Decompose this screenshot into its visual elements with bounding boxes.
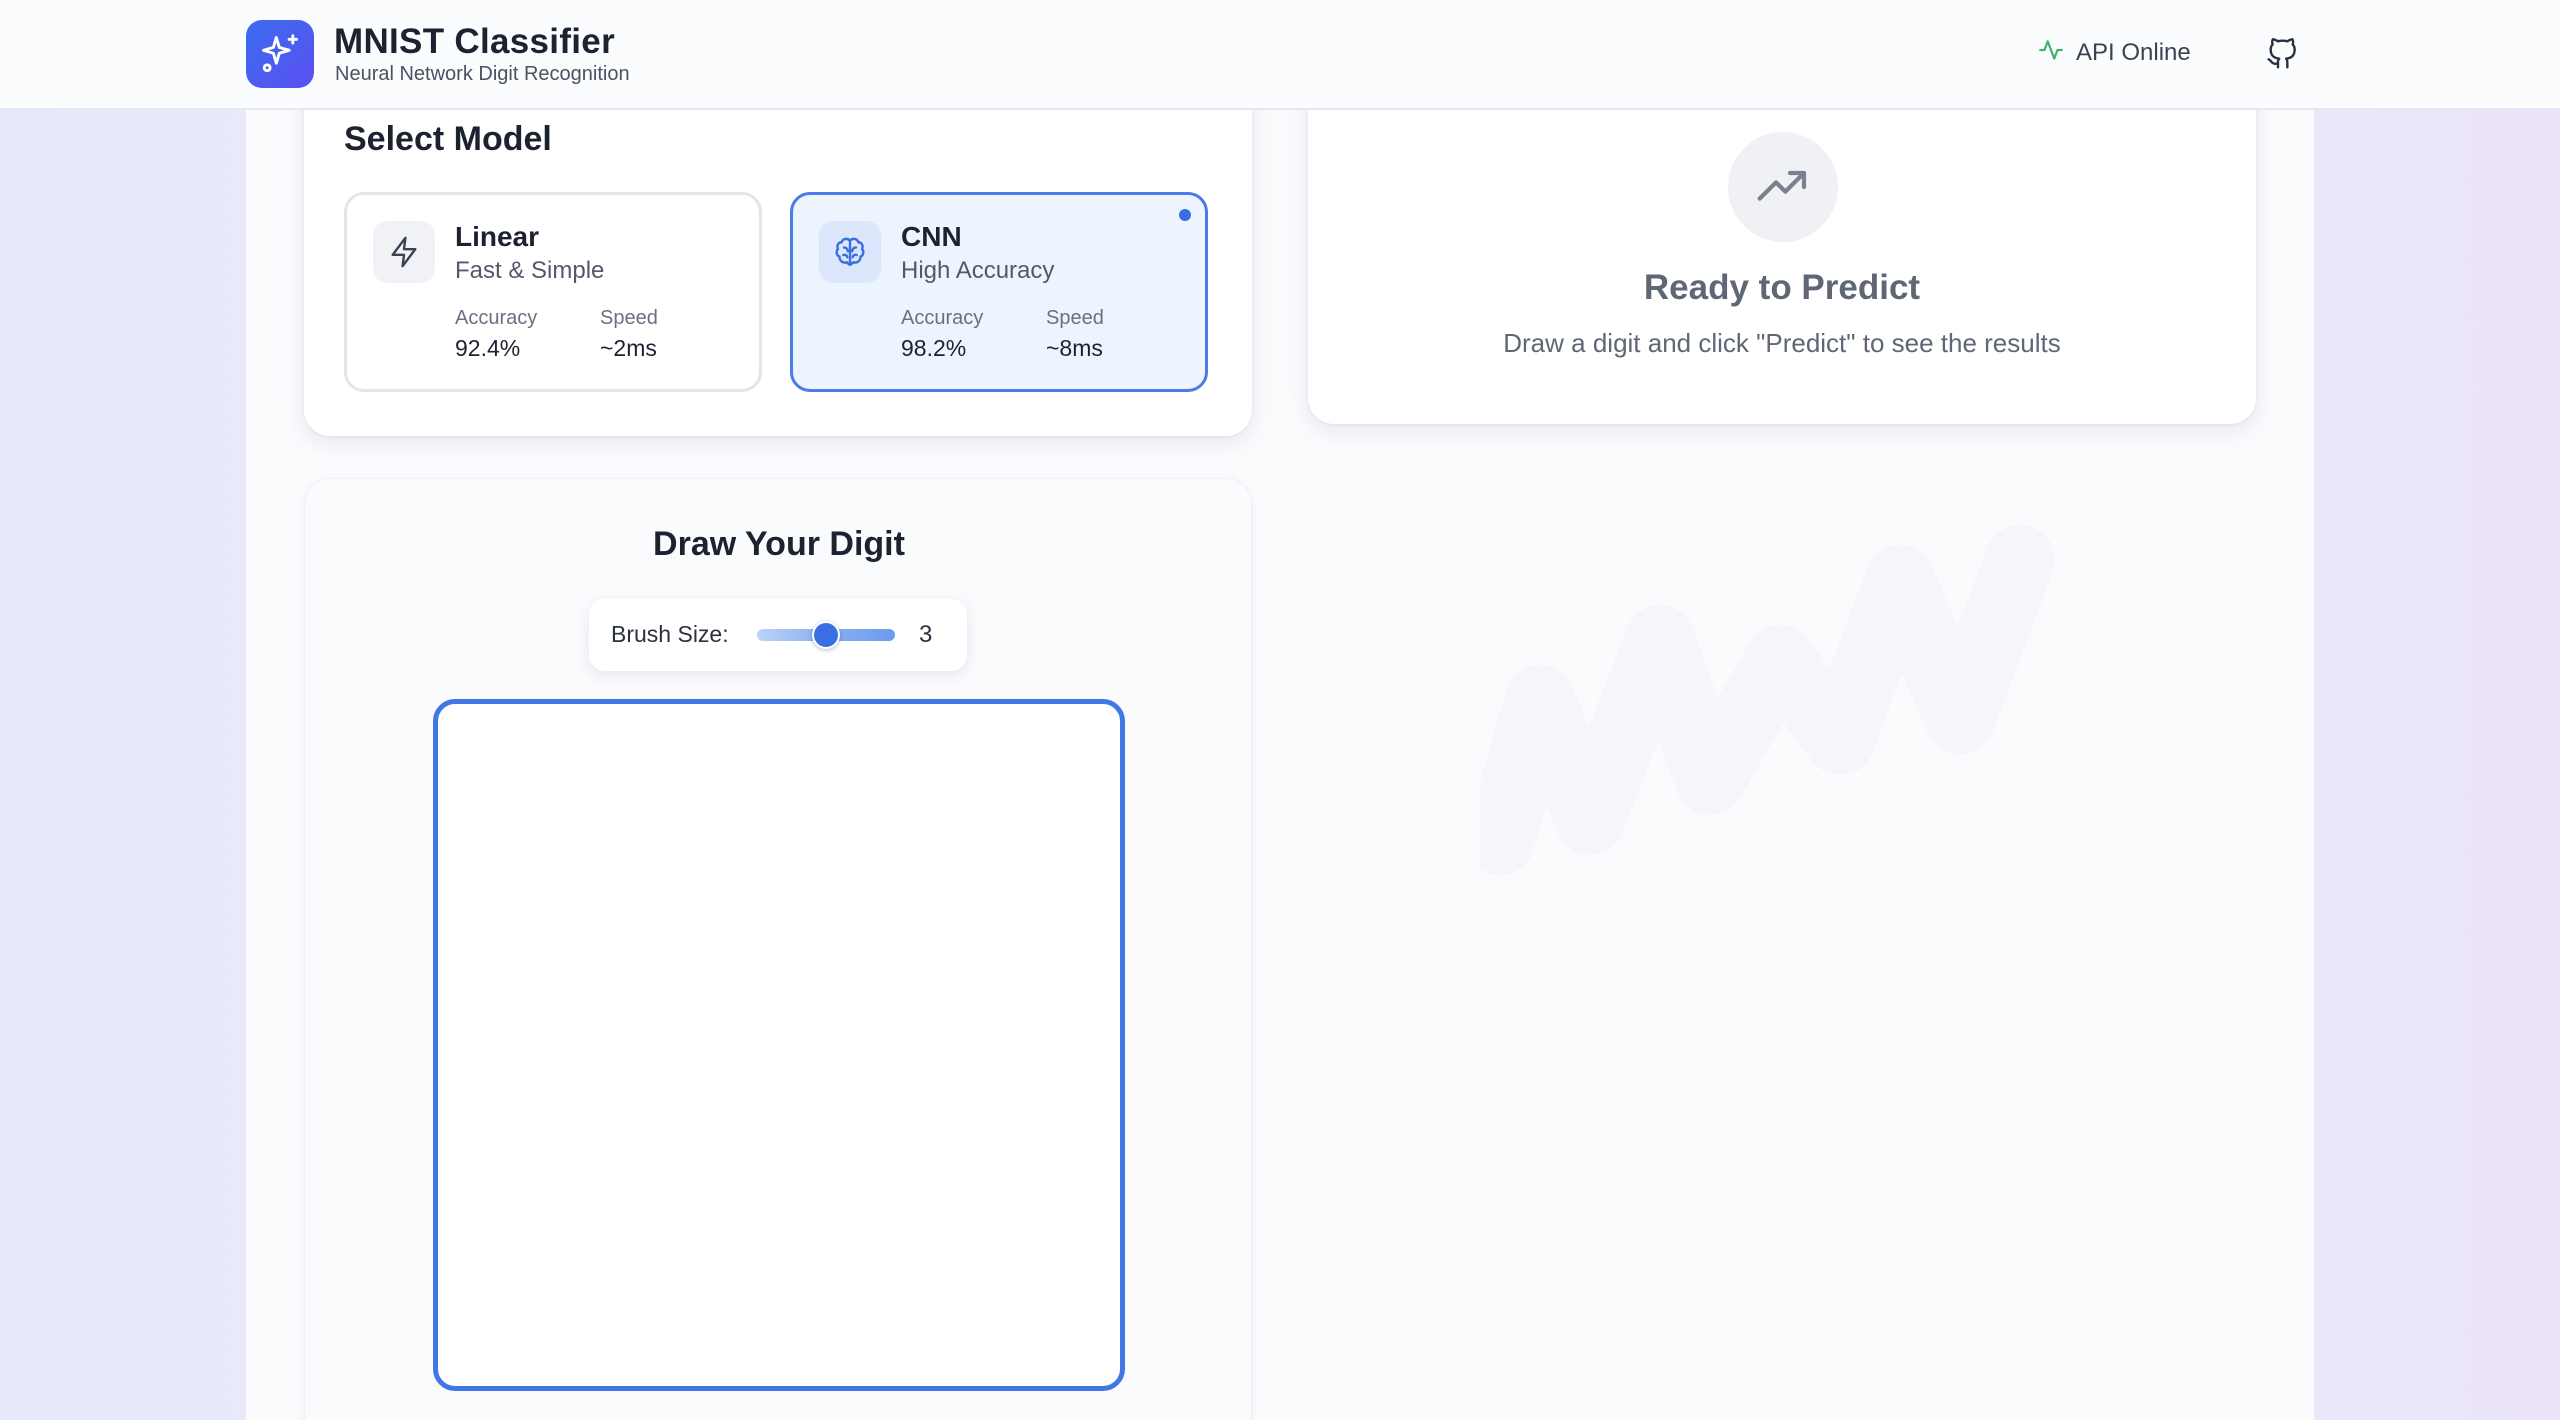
brush-size-value: 3 [919,621,933,648]
speed-label: Speed [600,307,658,329]
sparkles-icon [246,20,314,88]
drawing-canvas[interactable] [433,699,1125,1391]
accuracy-label: Accuracy [455,307,538,329]
model-option-linear[interactable]: Linear Fast & Simple Accuracy 92.4% Spee… [344,192,762,392]
background-decoration [1480,525,2055,875]
speed-value: ~8ms [1046,335,1103,361]
draw-digit-card: Draw Your Digit Brush Size: 3 [304,478,1252,1420]
prediction-result-card: Ready to Predict Draw a digit and click … [1308,60,2256,424]
select-model-title: Select Model [344,120,552,158]
trending-up-icon [1728,132,1838,242]
ready-description: Draw a digit and click "Predict" to see … [1503,328,2061,358]
brush-size-control: Brush Size: 3 [589,599,967,671]
select-model-card: Select Model Linear Fast & Simple Accura… [304,60,1252,436]
ready-title: Ready to Predict [1643,268,1921,307]
app-subtitle: Neural Network Digit Recognition [335,63,630,85]
model-description: Fast & Simple [455,257,605,284]
selected-indicator [1179,209,1191,221]
speed-value: ~2ms [600,335,657,361]
brush-size-slider[interactable] [757,621,895,649]
accuracy-value: 98.2% [901,335,967,361]
model-name: Linear [455,221,540,252]
api-status-label: API Online [2076,39,2191,66]
accuracy-value: 92.4% [455,335,521,361]
speed-label: Speed [1046,307,1104,329]
brush-size-label: Brush Size: [611,621,729,647]
app-header: MNIST Classifier Neural Network Digit Re… [0,0,2560,110]
github-icon [2266,37,2298,75]
draw-title: Draw Your Digit [653,525,905,563]
model-option-cnn[interactable]: CNN High Accuracy Accuracy 98.2% Speed ~… [790,192,1208,392]
app-title: MNIST Classifier [334,22,615,61]
github-link[interactable] [2262,36,2302,76]
accuracy-label: Accuracy [901,307,984,329]
model-description: High Accuracy [901,257,1055,284]
model-name: CNN [901,221,962,252]
slider-thumb[interactable] [812,621,841,649]
api-status-indicator: API Online [2038,36,2191,70]
lightning-icon [373,221,435,283]
brain-icon [819,221,881,283]
activity-icon [2038,37,2064,70]
